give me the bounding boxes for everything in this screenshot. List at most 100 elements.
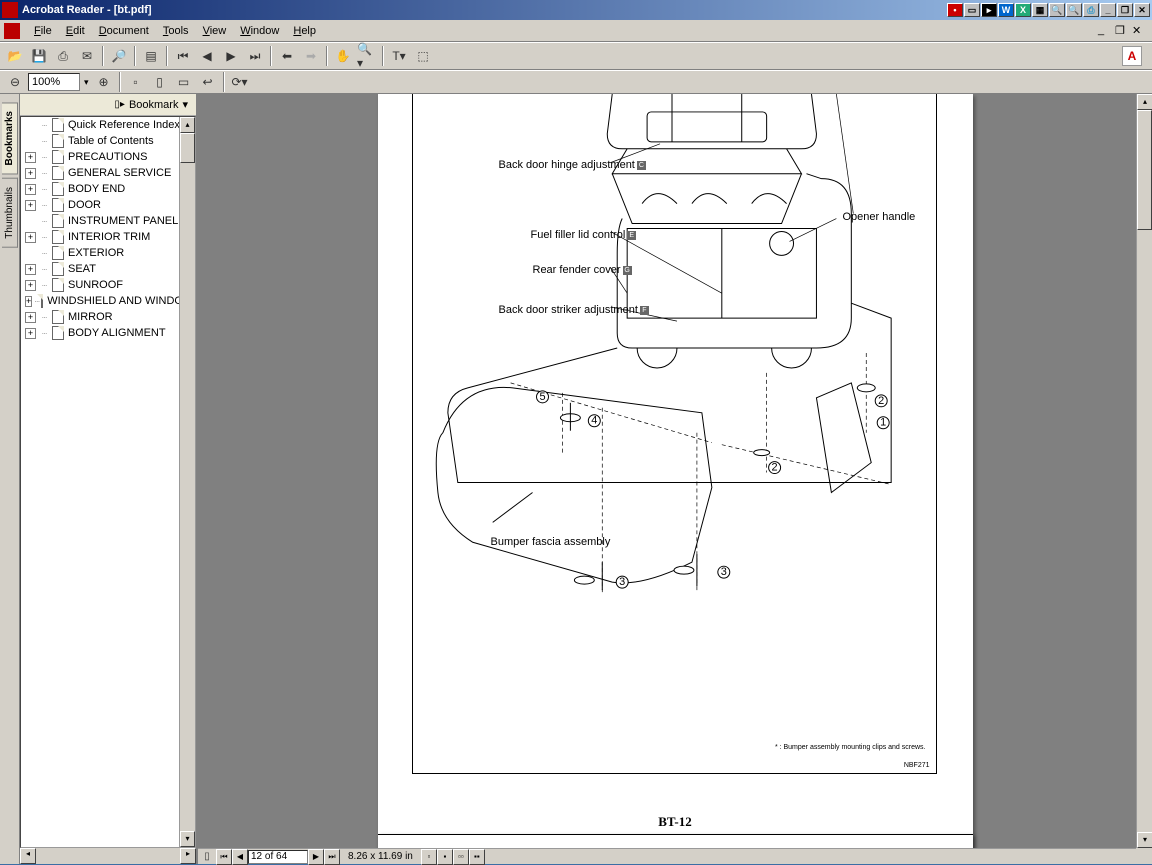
expand-icon[interactable]: +: [25, 312, 36, 323]
bookmark-item[interactable]: +···BODY END: [25, 181, 195, 197]
scroll-up-button[interactable]: ▴: [180, 117, 195, 133]
tray-icon[interactable]: •: [947, 3, 963, 17]
expand-icon[interactable]: +: [25, 328, 36, 339]
last-page-button[interactable]: ⏭: [324, 849, 340, 865]
bookmark-item[interactable]: +···PRECAUTIONS: [25, 149, 195, 165]
tray-icon[interactable]: 🔍: [1066, 3, 1082, 17]
first-page-button[interactable]: ⏮: [172, 45, 194, 67]
sidebar-hscroll[interactable]: ◂ ▸: [20, 848, 196, 864]
actual-size-button[interactable]: ▫: [125, 71, 147, 93]
zoom-in-button[interactable]: ⊕: [93, 71, 115, 93]
hand-tool[interactable]: ✋: [332, 45, 354, 67]
bookmark-item[interactable]: +···MIRROR: [25, 309, 195, 325]
bookmark-item[interactable]: ···Table of Contents: [25, 133, 195, 149]
prev-page-button[interactable]: ◀: [232, 849, 248, 865]
save-button[interactable]: 💾: [28, 45, 50, 67]
fit-page-button[interactable]: ▯: [149, 71, 171, 93]
reflow-button[interactable]: ↩: [197, 71, 219, 93]
bookmark-tree: ···Quick Reference Index···Table of Cont…: [20, 116, 196, 848]
doc-minimize-button[interactable]: _: [1098, 24, 1114, 38]
menu-window[interactable]: Window: [234, 23, 285, 39]
menu-help[interactable]: Help: [287, 23, 322, 39]
zoom-out-button[interactable]: ⊖: [4, 71, 26, 93]
expand-icon[interactable]: +: [25, 184, 36, 195]
page-input[interactable]: [248, 850, 308, 864]
tray-icon[interactable]: ▭: [964, 3, 980, 17]
show-nav-button[interactable]: ▤: [140, 45, 162, 67]
page-layout-button[interactable]: ▯: [198, 850, 216, 864]
minimize-button[interactable]: _: [1100, 3, 1116, 17]
zoom-drop-icon[interactable]: ▾: [82, 77, 91, 88]
bookmark-item[interactable]: +···GENERAL SERVICE: [25, 165, 195, 181]
prev-page-button[interactable]: ◀: [196, 45, 218, 67]
maximize-button[interactable]: ❐: [1117, 3, 1133, 17]
chevron-down-icon[interactable]: ▾: [182, 98, 188, 111]
bookmark-item[interactable]: +···SEAT: [25, 261, 195, 277]
last-page-button[interactable]: ⏭: [244, 45, 266, 67]
menu-edit[interactable]: Edit: [60, 23, 91, 39]
find-button[interactable]: 🔎: [108, 45, 130, 67]
close-button[interactable]: ✕: [1134, 3, 1150, 17]
tab-thumbnails[interactable]: Thumbnails: [2, 178, 18, 248]
bookmark-item[interactable]: +···BODY ALIGNMENT: [25, 325, 195, 341]
print-button[interactable]: ⎙: [52, 45, 74, 67]
tray-icon[interactable]: ▸: [981, 3, 997, 17]
bookmark-item[interactable]: +···SUNROOF: [25, 277, 195, 293]
single-page-button[interactable]: ▫: [421, 849, 437, 865]
expand-icon[interactable]: +: [25, 152, 36, 163]
bookmark-item[interactable]: +···INTERIOR TRIM: [25, 229, 195, 245]
expand-icon[interactable]: +: [25, 232, 36, 243]
bookmark-item[interactable]: +···DOOR: [25, 197, 195, 213]
scroll-down-button[interactable]: ▾: [1137, 832, 1152, 848]
expand-icon[interactable]: +: [25, 280, 36, 291]
tab-bookmarks[interactable]: Bookmarks: [2, 102, 18, 174]
document-scroll[interactable]: 5 4 3 3 2 2 1: [198, 94, 1152, 864]
menu-document[interactable]: Document: [93, 23, 155, 39]
adobe-logo[interactable]: A: [1122, 46, 1142, 66]
menu-tools[interactable]: Tools: [157, 23, 195, 39]
rotate-button[interactable]: ⟳▾: [229, 71, 251, 93]
continuous-button[interactable]: ▪: [437, 849, 453, 865]
expand-icon[interactable]: +: [25, 296, 32, 307]
tray-icon[interactable]: ▦: [1032, 3, 1048, 17]
scroll-left-button[interactable]: ◂: [20, 848, 36, 864]
scroll-thumb[interactable]: [1137, 110, 1152, 230]
expand-icon[interactable]: +: [25, 168, 36, 179]
doc-restore-button[interactable]: ❐: [1115, 24, 1131, 38]
mail-button[interactable]: ✉: [76, 45, 98, 67]
bookmark-item[interactable]: +···WINDSHIELD AND WINDOWS: [25, 293, 195, 309]
tray-icon[interactable]: 🔍: [1049, 3, 1065, 17]
zoom-input[interactable]: [28, 73, 80, 91]
zoom-tool[interactable]: 🔍▾: [356, 45, 378, 67]
facing-button[interactable]: ▫▫: [453, 849, 469, 865]
forward-button[interactable]: ➡: [300, 45, 322, 67]
next-page-button[interactable]: ▶: [308, 849, 324, 865]
bookmark-item[interactable]: ···INSTRUMENT PANEL: [25, 213, 195, 229]
menu-file[interactable]: File: [28, 23, 58, 39]
first-page-button[interactable]: ⏮: [216, 849, 232, 865]
graphic-select-tool[interactable]: ⬚: [412, 45, 434, 67]
fit-width-button[interactable]: ▭: [173, 71, 195, 93]
tray-word-icon[interactable]: W: [998, 3, 1014, 17]
page-number-label: BT-12: [378, 814, 973, 830]
continuous-facing-button[interactable]: ▪▪: [469, 849, 485, 865]
scroll-right-button[interactable]: ▸: [180, 848, 196, 864]
scroll-down-button[interactable]: ▾: [180, 831, 195, 847]
expand-icon[interactable]: +: [25, 200, 36, 211]
scroll-up-button[interactable]: ▴: [1137, 94, 1152, 110]
open-button[interactable]: 📂: [4, 45, 26, 67]
sidebar-vscroll[interactable]: ▴ ▾: [179, 117, 195, 847]
back-button[interactable]: ⬅: [276, 45, 298, 67]
bookmark-item[interactable]: ···Quick Reference Index: [25, 117, 195, 133]
next-page-button[interactable]: ▶: [220, 45, 242, 67]
doc-vscroll[interactable]: ▴ ▾: [1136, 94, 1152, 848]
menu-view[interactable]: View: [197, 23, 233, 39]
scroll-thumb[interactable]: [180, 133, 195, 163]
tray-icon[interactable]: ⎙: [1083, 3, 1099, 17]
text-select-tool[interactable]: T▾: [388, 45, 410, 67]
tray-excel-icon[interactable]: X: [1015, 3, 1031, 17]
sidebar-title[interactable]: Bookmark: [129, 99, 179, 111]
bookmark-item[interactable]: ···EXTERIOR: [25, 245, 195, 261]
expand-icon[interactable]: +: [25, 264, 36, 275]
doc-close-button[interactable]: ✕: [1132, 24, 1148, 38]
